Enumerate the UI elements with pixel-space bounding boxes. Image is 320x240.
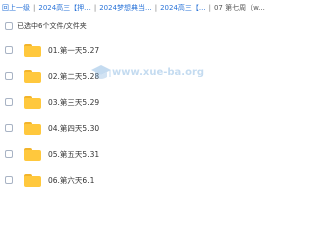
folder-icon	[24, 95, 41, 109]
watermark-text: www.xue-ba.org	[112, 67, 205, 78]
row-checkbox[interactable]	[5, 150, 13, 158]
select-all-checkbox[interactable]	[5, 22, 13, 30]
row-checkbox[interactable]	[5, 124, 13, 132]
breadcrumb-back-link[interactable]: 回上一级	[0, 3, 32, 13]
breadcrumb-current: 07 第七周（w...	[213, 4, 265, 12]
list-item[interactable]: 05.第五天5.31	[0, 141, 300, 167]
breadcrumb-item-3[interactable]: 2024高三【...	[158, 3, 208, 13]
folder-icon	[24, 173, 41, 187]
folder-icon	[24, 43, 41, 57]
folder-icon	[24, 69, 41, 83]
selection-bar: 已选中6个文件/文件夹	[0, 18, 300, 34]
file-name[interactable]: 03.第三天5.29	[48, 97, 99, 108]
file-name[interactable]: 01.第一天5.27	[48, 45, 99, 56]
breadcrumb: 回上一级 | 2024高三【押... | 2024梦想典当... | 2024高…	[0, 0, 300, 16]
selection-count-label: 已选中6个文件/文件夹	[17, 22, 87, 30]
list-item[interactable]: 04.第四天5.30	[0, 115, 300, 141]
row-checkbox[interactable]	[5, 176, 13, 184]
breadcrumb-item-2[interactable]: 2024梦想典当...	[97, 3, 154, 13]
breadcrumb-item-1[interactable]: 2024高三【押...	[36, 3, 93, 13]
file-name[interactable]: 05.第五天5.31	[48, 149, 99, 160]
folder-icon	[24, 147, 41, 161]
row-checkbox[interactable]	[5, 72, 13, 80]
watermark: www.xue-ba.org	[90, 58, 220, 98]
row-checkbox[interactable]	[5, 46, 13, 54]
file-name[interactable]: 04.第四天5.30	[48, 123, 99, 134]
folder-icon	[24, 121, 41, 135]
graduation-cap-icon	[91, 65, 111, 79]
list-item[interactable]: 06.第六天6.1	[0, 167, 300, 193]
row-checkbox[interactable]	[5, 98, 13, 106]
file-name[interactable]: 06.第六天6.1	[48, 175, 94, 186]
